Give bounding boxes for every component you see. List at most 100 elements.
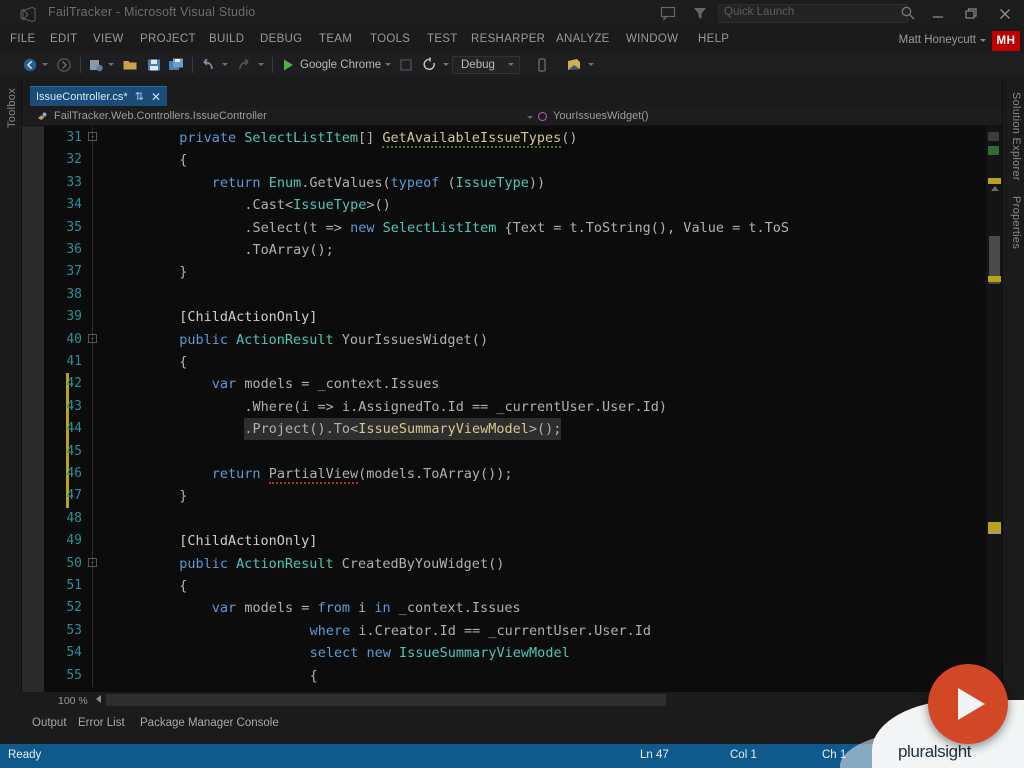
code-line[interactable]: 51 { [44, 575, 1002, 598]
pane-tab-output[interactable]: Output [32, 717, 67, 729]
pane-tab-package-manager-console[interactable]: Package Manager Console [140, 717, 279, 729]
navigate-back-icon[interactable] [22, 57, 38, 73]
code-text[interactable]: private SelectListItem[] GetAvailableIss… [179, 127, 577, 149]
quick-launch-input[interactable]: Quick Launch [724, 6, 794, 18]
code-text[interactable]: { [179, 351, 187, 373]
navigation-type[interactable]: FailTracker.Web.Controllers.IssueControl… [54, 110, 267, 122]
menu-item-analyze[interactable]: ANALYZE [556, 33, 610, 45]
code-text[interactable]: where i.Creator.Id == _currentUser.User.… [310, 620, 651, 642]
navigation-type-caret[interactable] [527, 116, 533, 119]
code-line[interactable]: 44 .Project().To<IssueSummaryViewModel>()… [44, 418, 1002, 441]
configuration-label[interactable]: Debug [461, 59, 495, 71]
close-icon[interactable] [997, 6, 1013, 22]
configuration-caret[interactable] [508, 63, 514, 66]
navigate-forward-icon[interactable] [56, 57, 72, 73]
code-line[interactable]: 39 [ChildActionOnly] [44, 306, 1002, 329]
code-line[interactable]: 55 { [44, 664, 1002, 687]
close-icon[interactable]: ✕ [151, 91, 161, 103]
code-text[interactable]: return PartialView(models.ToArray()); [212, 463, 513, 485]
code-text[interactable]: { [179, 575, 187, 597]
save-all-icon[interactable] [168, 57, 184, 73]
menu-item-edit[interactable]: EDIT [50, 33, 77, 45]
menu-item-build[interactable]: BUILD [209, 33, 244, 45]
code-line[interactable]: 52 var models = from i in _context.Issues [44, 597, 1002, 620]
start-debug-icon[interactable] [280, 57, 296, 73]
search-icon[interactable] [900, 5, 916, 21]
code-line[interactable]: 42 var models = _context.Issues [44, 373, 1002, 396]
code-line[interactable]: 33 return Enum.GetValues(typeof (IssueTyp… [44, 171, 1002, 195]
code-line[interactable]: 53 where i.Creator.Id == _currentUser.Use… [44, 619, 1002, 643]
undo-dropdown-caret[interactable] [222, 63, 228, 66]
menu-item-team[interactable]: TEAM [319, 33, 352, 45]
back-dropdown-caret[interactable] [42, 63, 48, 66]
menu-item-window[interactable]: WINDOW [626, 33, 678, 45]
step-into-icon[interactable] [398, 57, 414, 73]
account-name[interactable]: Matt Honeycutt [899, 34, 976, 46]
toolbar-overflow-caret[interactable] [588, 63, 594, 66]
menu-item-debug[interactable]: DEBUG [260, 33, 302, 45]
code-text[interactable]: [ChildActionOnly] [179, 530, 317, 552]
menu-item-view[interactable]: VIEW [93, 33, 124, 45]
chevron-down-icon[interactable] [980, 39, 986, 42]
code-line[interactable]: 41 { [44, 351, 1002, 374]
code-line[interactable]: 43 .Where(i => i.AssignedTo.Id == _curren… [44, 395, 1002, 419]
code-text[interactable]: [ChildActionOnly] [179, 306, 317, 328]
fold-toggle-icon[interactable]: - [88, 132, 97, 141]
minimize-icon[interactable] [930, 6, 946, 22]
code-line[interactable]: 50- public ActionResult CreatedByYouWidge… [44, 552, 1002, 575]
code-editor[interactable]: 31- private SelectListItem[] GetAvailable… [22, 126, 1002, 692]
refresh-icon[interactable] [422, 57, 438, 73]
code-line[interactable]: 54 select new IssueSummaryViewModel [44, 642, 1002, 665]
code-line[interactable]: 47} [44, 485, 1002, 508]
fold-toggle-icon[interactable]: - [88, 557, 97, 567]
code-text[interactable]: var models = from i in _context.Issues [212, 597, 521, 619]
code-text[interactable]: .Cast<IssueType>() [244, 194, 390, 216]
code-text[interactable]: public ActionResult CreatedByYouWidget() [179, 553, 504, 575]
code-text[interactable]: .Select(t => new SelectListItem {Text = … [244, 217, 789, 239]
code-text[interactable]: } [179, 261, 187, 283]
code-text[interactable]: { [310, 665, 318, 687]
undo-icon[interactable] [200, 57, 216, 73]
code-text[interactable]: public ActionResult YourIssuesWidget() [179, 329, 488, 351]
code-line[interactable]: 45 [44, 440, 1002, 463]
code-line[interactable]: 40- public ActionResult YourIssuesWidget(… [44, 328, 1002, 351]
run-target-label[interactable]: Google Chrome [300, 59, 381, 71]
code-line[interactable]: 48 [44, 507, 1002, 531]
code-line[interactable]: 31- private SelectListItem[] GetAvailable… [44, 127, 1002, 150]
filter-icon[interactable] [692, 5, 708, 21]
code-text[interactable]: select new IssueSummaryViewModel [310, 642, 570, 664]
code-line[interactable]: 37} [44, 261, 1002, 284]
zoom-level[interactable]: 100 % [58, 695, 88, 707]
dock-tab-solution-explorer[interactable]: Solution Explorer [1010, 92, 1022, 181]
code-text[interactable]: .ToArray(); [244, 239, 333, 261]
code-lines-container[interactable]: 31- private SelectListItem[] GetAvailable… [44, 126, 1002, 692]
editor-vertical-scrollbar[interactable] [986, 126, 1002, 692]
open-file-icon[interactable] [122, 57, 138, 73]
code-line[interactable]: 38 [44, 283, 1002, 307]
refresh-dropdown-caret[interactable] [443, 63, 449, 66]
new-project-icon[interactable] [88, 57, 104, 73]
document-tab-issuecontroller[interactable]: IssueController.cs* ⇅ ✕ [30, 86, 167, 106]
code-text[interactable]: return Enum.GetValues(typeof (IssueType)… [212, 172, 545, 194]
editor-horizontal-scrollbar[interactable] [106, 694, 666, 706]
code-line[interactable]: 32 { [44, 149, 1002, 172]
menu-item-resharper[interactable]: RESHARPER [471, 33, 545, 45]
code-text[interactable]: { [179, 149, 187, 171]
code-text[interactable]: .Where(i => i.AssignedTo.Id == _currentU… [244, 396, 667, 418]
run-target-caret[interactable] [385, 63, 391, 66]
navigation-member[interactable]: YourIssuesWidget() [553, 110, 649, 122]
restore-icon[interactable] [963, 6, 979, 22]
menu-item-help[interactable]: HELP [698, 33, 729, 45]
scroll-left-arrow-icon[interactable] [96, 695, 101, 703]
dock-tab-properties[interactable]: Properties [1010, 196, 1022, 249]
redo-icon[interactable] [236, 57, 252, 73]
code-text[interactable]: var models = _context.Issues [212, 373, 440, 395]
menu-item-file[interactable]: FILE [10, 33, 36, 45]
code-line[interactable]: 46 return PartialView(models.ToArray()); [44, 463, 1002, 486]
menu-item-test[interactable]: TEST [427, 33, 458, 45]
feedback-icon[interactable] [660, 5, 676, 21]
play-triangle-icon[interactable] [958, 688, 985, 720]
pane-tab-error-list[interactable]: Error List [78, 717, 125, 729]
pin-icon[interactable]: ⇅ [135, 90, 144, 103]
redo-dropdown-caret[interactable] [258, 63, 264, 66]
